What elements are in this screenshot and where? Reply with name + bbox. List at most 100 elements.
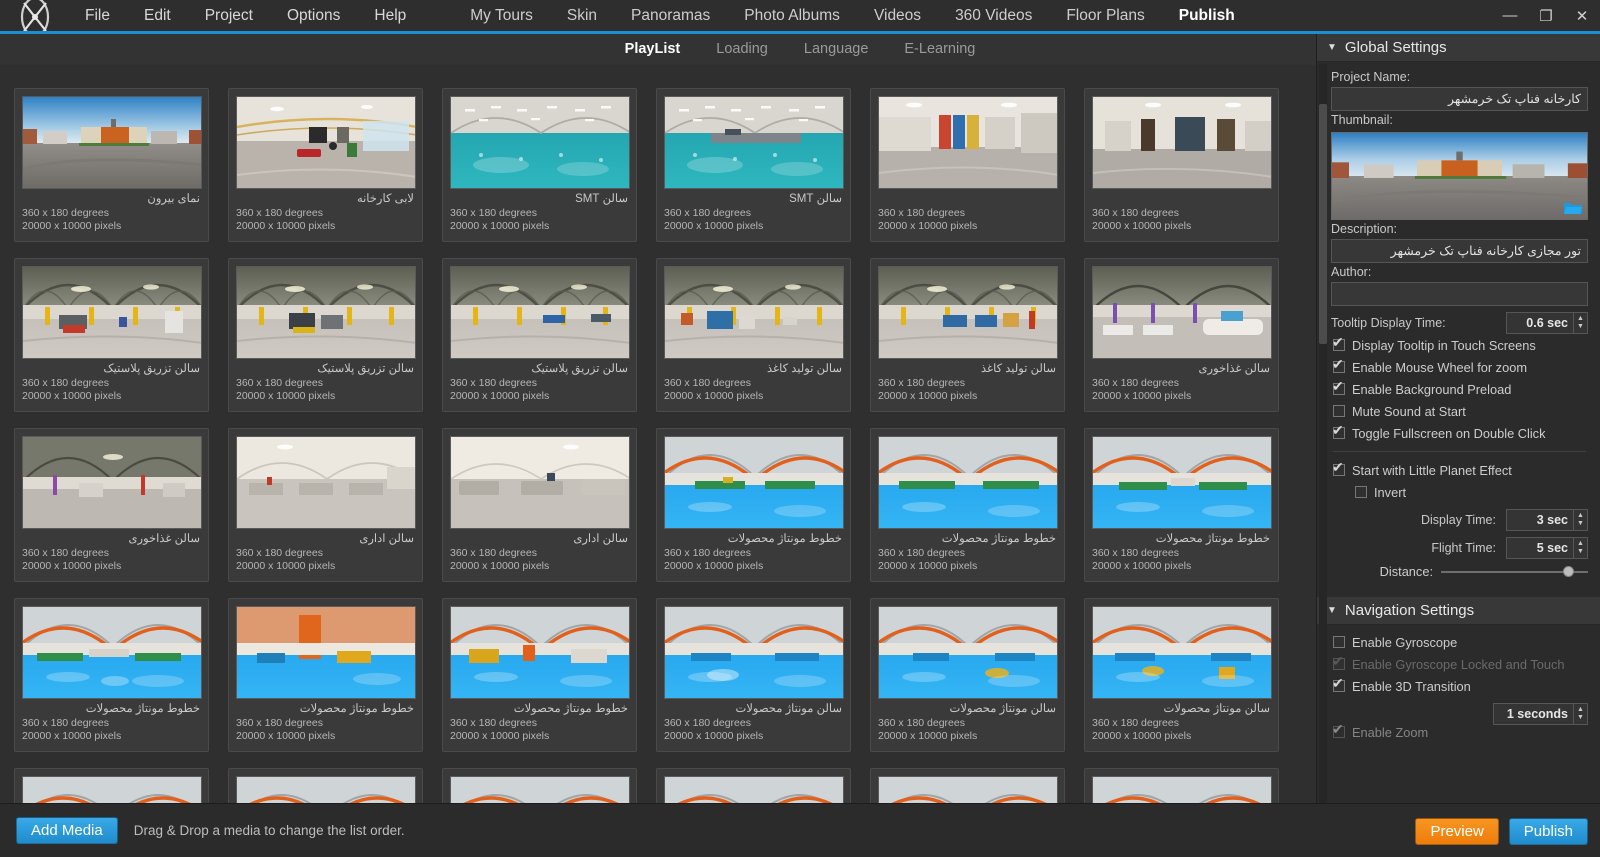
checkbox-background-preload[interactable]: Enable Background Preload	[1331, 378, 1588, 400]
menu-item-360-videos[interactable]: 360 Videos	[938, 0, 1049, 31]
tab-loading[interactable]: Loading	[698, 34, 786, 65]
media-card[interactable]: خطوط مونتاژ محصولات 360 x 180 degrees 2000…	[442, 598, 637, 752]
media-thumbnail[interactable]	[22, 96, 202, 189]
browse-folder-icon[interactable]	[1563, 200, 1583, 216]
media-card[interactable]: سالن تزریق پلاستیک 360 x 180 degrees 20000…	[228, 258, 423, 412]
media-card[interactable]: 360 x 180 degrees20000 x 10000 pixels	[1084, 88, 1279, 242]
restore-icon[interactable]: ❐	[1528, 0, 1564, 31]
slider-knob[interactable]	[1563, 565, 1574, 577]
media-thumbnail[interactable]	[22, 266, 202, 359]
menu-item-edit[interactable]: Edit	[127, 0, 188, 31]
media-card[interactable]: 360 x 180 degrees20000 x 10000 pixels	[870, 88, 1065, 242]
media-thumbnail[interactable]	[450, 776, 630, 803]
checkbox-enable-gyroscope[interactable]: Enable Gyroscope	[1331, 631, 1588, 653]
stepper-arrows-icon[interactable]: ▲ ▼	[1573, 510, 1587, 530]
checkbox-mouse-wheel-zoom[interactable]: Enable Mouse Wheel for zoom	[1331, 356, 1588, 378]
menu-item-panoramas[interactable]: Panoramas	[614, 0, 727, 31]
media-card[interactable]: 360 x 180 degrees20000 x 10000 pixels	[656, 768, 851, 803]
navigation-settings-header[interactable]: ▼ Navigation Settings	[1317, 597, 1600, 625]
global-settings-header[interactable]: ▼ Global Settings	[1317, 34, 1600, 62]
tooltip-time-stepper[interactable]: 0.6 sec ▲ ▼	[1506, 312, 1588, 334]
media-card[interactable]: سالن غذاخوری 360 x 180 degrees 20000 x 100…	[1084, 258, 1279, 412]
media-card[interactable]: سالن اداری 360 x 180 degrees 20000 x 10000…	[228, 428, 423, 582]
checkbox-display-tooltip-touch[interactable]: Display Tooltip in Touch Screens	[1331, 334, 1588, 356]
media-thumbnail[interactable]	[22, 606, 202, 699]
media-thumbnail[interactable]	[664, 776, 844, 803]
tab-language[interactable]: Language	[786, 34, 887, 65]
display-time-stepper[interactable]: 3 sec ▲ ▼	[1506, 509, 1588, 531]
media-card[interactable]: نمای بیرون 360 x 180 degrees 20000 x 10000…	[14, 88, 209, 242]
media-card[interactable]: 360 x 180 degrees20000 x 10000 pixels	[442, 768, 637, 803]
media-thumbnail[interactable]	[878, 606, 1058, 699]
menu-item-options[interactable]: Options	[270, 0, 357, 31]
menu-item-photo-albums[interactable]: Photo Albums	[727, 0, 857, 31]
media-card[interactable]: سالن تزریق پلاستیک 360 x 180 degrees 20000…	[14, 258, 209, 412]
media-thumbnail[interactable]	[878, 776, 1058, 803]
media-thumbnail[interactable]	[878, 436, 1058, 529]
media-card[interactable]: خطوط مونتاژ محصولات 360 x 180 degrees 2000…	[1084, 428, 1279, 582]
checkbox-little-planet[interactable]: Start with Little Planet Effect	[1331, 459, 1588, 481]
media-card[interactable]: خطوط مونتاژ محصولات 360 x 180 degrees 2000…	[14, 598, 209, 752]
media-thumbnail[interactable]	[1092, 776, 1272, 803]
media-card[interactable]: سالن تولید کاغذ 360 x 180 degrees 20000 x …	[656, 258, 851, 412]
media-card[interactable]: سالن مونتاژ محصولات 360 x 180 degrees 2000…	[870, 598, 1065, 752]
media-card[interactable]: 360 x 180 degrees20000 x 10000 pixels	[870, 768, 1065, 803]
media-thumbnail[interactable]	[22, 436, 202, 529]
media-thumbnail[interactable]	[450, 606, 630, 699]
media-thumbnail[interactable]	[450, 96, 630, 189]
media-thumbnail[interactable]	[450, 266, 630, 359]
menu-item-help[interactable]: Help	[357, 0, 423, 31]
checkbox-enable-3d-transition[interactable]: Enable 3D Transition	[1331, 675, 1588, 697]
thumbnail-preview[interactable]	[1331, 132, 1588, 220]
media-card[interactable]: سالن SMT 360 x 180 degrees 20000 x 10000 p…	[656, 88, 851, 242]
media-thumbnail[interactable]	[22, 776, 202, 803]
panel-scrollbar[interactable]	[1319, 64, 1327, 803]
media-thumbnail[interactable]	[664, 266, 844, 359]
media-thumbnail[interactable]	[664, 436, 844, 529]
menu-item-floor-plans[interactable]: Floor Plans	[1049, 0, 1161, 31]
media-card[interactable]: سالن تزریق پلاستیک 360 x 180 degrees 20000…	[442, 258, 637, 412]
media-thumbnail[interactable]	[236, 96, 416, 189]
publish-button[interactable]: Publish	[1508, 818, 1588, 845]
media-card[interactable]: خطوط مونتاژ محصولات 360 x 180 degrees 2000…	[228, 598, 423, 752]
menu-item-file[interactable]: File	[68, 0, 127, 31]
description-input[interactable]: تور مجازی کارخانه فناپ تک خرمشهر	[1331, 239, 1588, 263]
media-card[interactable]: سالن تولید کاغذ 360 x 180 degrees 20000 x …	[870, 258, 1065, 412]
add-media-button[interactable]: Add Media	[16, 817, 118, 844]
media-thumbnail[interactable]	[236, 436, 416, 529]
menu-item-videos[interactable]: Videos	[857, 0, 938, 31]
menu-item-my-tours[interactable]: My Tours	[453, 0, 550, 31]
stepper-arrows-icon[interactable]: ▲ ▼	[1573, 538, 1587, 558]
media-card[interactable]: لابی کارخانه 360 x 180 degrees 20000 x 100…	[228, 88, 423, 242]
media-card[interactable]: خطوط مونتاژ محصولات 360 x 180 degrees 2000…	[656, 428, 851, 582]
media-thumbnail[interactable]	[664, 96, 844, 189]
media-card[interactable]: 360 x 180 degrees20000 x 10000 pixels	[1084, 768, 1279, 803]
menu-item-publish[interactable]: Publish	[1162, 0, 1252, 31]
stepper-arrows-icon[interactable]: ▲ ▼	[1573, 313, 1587, 333]
stepper-arrows-icon[interactable]: ▲ ▼	[1573, 704, 1587, 724]
media-thumbnail[interactable]	[236, 776, 416, 803]
panel-scrollbar-thumb[interactable]	[1319, 104, 1327, 344]
tab-playlist[interactable]: PlayList	[607, 34, 699, 65]
checkbox-mute-sound-start[interactable]: Mute Sound at Start	[1331, 400, 1588, 422]
project-name-input[interactable]: کارخانه فناپ تک خرمشهر	[1331, 87, 1588, 111]
distance-slider[interactable]	[1441, 565, 1588, 579]
media-card[interactable]: سالن مونتاژ محصولات 360 x 180 degrees 2000…	[656, 598, 851, 752]
media-card[interactable]: 360 x 180 degrees20000 x 10000 pixels	[228, 768, 423, 803]
tab-e-learning[interactable]: E-Learning	[886, 34, 993, 65]
media-card[interactable]: سالن غذاخوری 360 x 180 degrees 20000 x 100…	[14, 428, 209, 582]
menu-item-project[interactable]: Project	[188, 0, 270, 31]
media-thumbnail[interactable]	[878, 96, 1058, 189]
media-card[interactable]: خطوط مونتاژ محصولات 360 x 180 degrees 2000…	[870, 428, 1065, 582]
media-thumbnail[interactable]	[664, 606, 844, 699]
media-thumbnail[interactable]	[1092, 606, 1272, 699]
media-thumbnail[interactable]	[236, 606, 416, 699]
close-icon[interactable]: ✕	[1564, 0, 1600, 31]
media-thumbnail[interactable]	[878, 266, 1058, 359]
flight-time-stepper[interactable]: 5 sec ▲ ▼	[1506, 537, 1588, 559]
transition-time-stepper[interactable]: 1 seconds ▲ ▼	[1493, 703, 1588, 725]
checkbox-invert[interactable]: Invert	[1331, 481, 1588, 503]
media-card[interactable]: 360 x 180 degrees20000 x 10000 pixels	[14, 768, 209, 803]
media-thumbnail[interactable]	[1092, 436, 1272, 529]
media-thumbnail[interactable]	[1092, 96, 1272, 189]
